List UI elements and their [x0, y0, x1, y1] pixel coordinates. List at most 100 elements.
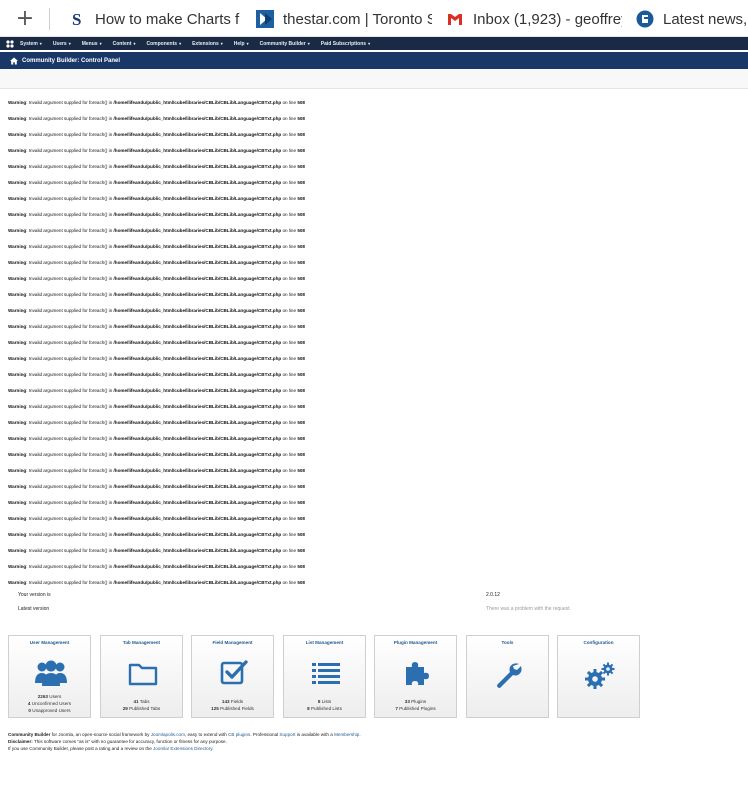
- warning-label: Warning: [8, 532, 27, 537]
- warning-message: : Invalid argument supplied for foreach(…: [26, 180, 114, 185]
- latest-version-label: Latest version: [18, 606, 50, 612]
- warning-line: Warning: Invalid argument supplied for f…: [8, 211, 608, 227]
- warning-message: : Invalid argument supplied for foreach(…: [26, 260, 114, 265]
- jed-link[interactable]: Joomla! Extensions Directory: [153, 746, 212, 751]
- browser-tab-3[interactable]: Inbox (1,923) - geoffrey: [446, 6, 622, 32]
- warning-message: : Invalid argument supplied for foreach(…: [26, 388, 114, 393]
- warning-message: : Invalid argument supplied for foreach(…: [26, 404, 114, 409]
- menu-system[interactable]: System ▾: [20, 41, 42, 47]
- browser-tab-4[interactable]: Latest news, c: [636, 6, 748, 32]
- warning-line: Warning: Invalid argument supplied for f…: [8, 307, 608, 323]
- browser-tab-strip: + S How to make Charts fro thestar.com |…: [0, 0, 748, 37]
- warning-line: Warning: Invalid argument supplied for f…: [8, 163, 608, 179]
- new-tab-button[interactable]: +: [12, 6, 38, 32]
- joomla-logo-icon[interactable]: [0, 37, 20, 50]
- warning-line-number: 508: [297, 564, 305, 569]
- warning-path: /home/lifeandu/public_html/cube/librarie…: [113, 468, 282, 473]
- tile-field-management[interactable]: Field Management 143 Fields 125 Publishe…: [191, 635, 274, 718]
- menu-menus[interactable]: Menus ▾: [82, 41, 102, 47]
- gmail-icon: [446, 10, 464, 28]
- warning-path: /home/lifeandu/public_html/cube/librarie…: [113, 196, 282, 201]
- menu-help[interactable]: Help ▾: [234, 41, 249, 47]
- warning-label: Warning: [8, 100, 27, 105]
- warning-line-number: 508: [297, 532, 305, 537]
- joomlapolis-link[interactable]: Joomlapolis.com: [151, 732, 185, 737]
- page-title-bar: Community Builder: Control Panel: [0, 52, 748, 69]
- footer: Community Builder for Joomla, an open-so…: [8, 731, 361, 752]
- warning-path: /home/lifeandu/public_html/cube/librarie…: [113, 100, 282, 105]
- support-link[interactable]: Support: [279, 732, 295, 737]
- warning-line-number: 508: [297, 500, 305, 505]
- admin-menu-bar: System ▾ Users ▾ Menus ▾ Content ▾ Component…: [0, 37, 748, 50]
- warning-line-number: 508: [297, 196, 305, 201]
- warning-line-number: 508: [297, 436, 305, 441]
- tile-configuration[interactable]: Configuration: [557, 635, 640, 718]
- tile-plugin-management[interactable]: Plugin Management 33 Plugins 7 Published…: [374, 635, 457, 718]
- warning-path: /home/lifeandu/public_html/cube/librarie…: [113, 148, 282, 153]
- menu-users[interactable]: Users ▾: [53, 41, 71, 47]
- tile-stat-1: 2263 Users: [37, 694, 62, 699]
- cb-plugins-link[interactable]: CB plugins: [228, 732, 250, 737]
- warning-line-text: on line: [281, 564, 298, 569]
- page-title: Community Builder: Control Panel: [22, 57, 121, 64]
- menu-content[interactable]: Content ▾: [113, 41, 136, 47]
- warning-message: : Invalid argument supplied for foreach(…: [26, 292, 114, 297]
- warning-line-number: 508: [297, 228, 305, 233]
- warning-label: Warning: [8, 356, 27, 361]
- warning-path: /home/lifeandu/public_html/cube/librarie…: [113, 388, 282, 393]
- warning-path: /home/lifeandu/public_html/cube/librarie…: [113, 372, 282, 377]
- warning-path: /home/lifeandu/public_html/cube/librarie…: [113, 340, 282, 345]
- menu-extensions[interactable]: Extensions ▾: [192, 41, 223, 47]
- toolbar-area: [0, 69, 748, 89]
- wrench-icon: [491, 661, 527, 691]
- warning-line: Warning: Invalid argument supplied for f…: [8, 579, 608, 595]
- warning-path: /home/lifeandu/public_html/cube/librarie…: [113, 276, 282, 281]
- tab-title: How to make Charts fro: [95, 10, 240, 28]
- tile-user-management[interactable]: User Management 2263 Users 4 Unconfirmed…: [8, 635, 91, 718]
- warning-label: Warning: [8, 340, 27, 345]
- tile-tools[interactable]: Tools: [466, 635, 549, 718]
- browser-tab-1[interactable]: S How to make Charts fro: [68, 6, 240, 32]
- warning-path: /home/lifeandu/public_html/cube/librarie…: [113, 116, 282, 121]
- tile-tab-management[interactable]: Tab Management 41 Tabs 29 Published Tabs: [100, 635, 183, 718]
- warning-label: Warning: [8, 164, 27, 169]
- warning-message: : Invalid argument supplied for foreach(…: [26, 356, 114, 361]
- warning-path: /home/lifeandu/public_html/cube/librarie…: [113, 244, 282, 249]
- warning-label: Warning: [8, 116, 27, 121]
- warning-line: Warning: Invalid argument supplied for f…: [8, 179, 608, 195]
- tile-list-management[interactable]: List Management 8 Lists 8 Published List…: [283, 635, 366, 718]
- warning-label: Warning: [8, 276, 27, 281]
- warning-label: Warning: [8, 500, 27, 505]
- menu-community-builder[interactable]: Community Builder ▾: [260, 41, 310, 47]
- warning-label: Warning: [8, 212, 27, 217]
- warning-message: : Invalid argument supplied for foreach(…: [26, 548, 114, 553]
- warning-line-text: on line: [281, 164, 298, 169]
- warning-line-text: on line: [281, 452, 298, 457]
- warning-line-text: on line: [281, 500, 298, 505]
- tile-stat-1: 143 Fields: [221, 699, 244, 704]
- warning-line-number: 508: [297, 260, 305, 265]
- warning-path: /home/lifeandu/public_html/cube/librarie…: [113, 484, 282, 489]
- tile-stat-2: 125 Published Fields: [211, 706, 254, 711]
- warning-path: /home/lifeandu/public_html/cube/librarie…: [113, 324, 282, 329]
- footer-line-1: Community Builder for Joomla, an open-so…: [8, 732, 361, 737]
- warning-line: Warning: Invalid argument supplied for f…: [8, 323, 608, 339]
- warning-line-number: 508: [297, 340, 305, 345]
- warning-label: Warning: [8, 580, 27, 585]
- warning-message: : Invalid argument supplied for foreach(…: [26, 100, 114, 105]
- warning-line-text: on line: [281, 212, 298, 217]
- warning-line: Warning: Invalid argument supplied for f…: [8, 387, 608, 403]
- membership-link[interactable]: Membership: [334, 732, 359, 737]
- menu-paid-subscriptions[interactable]: Paid Subscriptions ▾: [321, 41, 370, 47]
- warning-label: Warning: [8, 564, 27, 569]
- browser-tab-2[interactable]: thestar.com | Toronto S: [256, 6, 432, 32]
- warning-line-number: 508: [297, 324, 305, 329]
- warning-path: /home/lifeandu/public_html/cube/librarie…: [113, 228, 282, 233]
- warning-line-text: on line: [281, 100, 298, 105]
- menu-components[interactable]: Components ▾: [147, 41, 182, 47]
- warning-label: Warning: [8, 180, 27, 185]
- warning-message: : Invalid argument supplied for foreach(…: [26, 212, 114, 217]
- warning-path: /home/lifeandu/public_html/cube/librarie…: [113, 212, 282, 217]
- warning-message: : Invalid argument supplied for foreach(…: [26, 580, 114, 585]
- warning-line: Warning: Invalid argument supplied for f…: [8, 563, 608, 579]
